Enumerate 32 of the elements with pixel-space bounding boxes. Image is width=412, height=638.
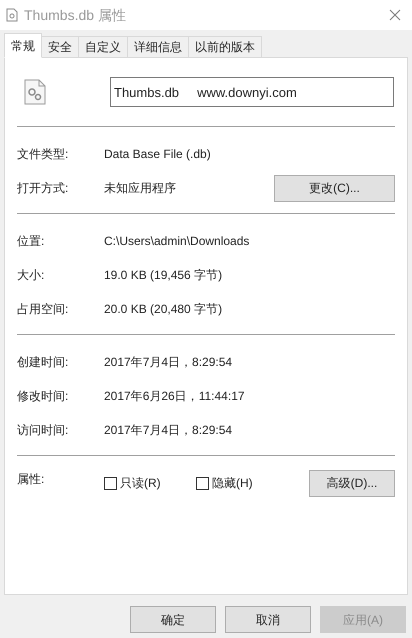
field-value: 未知应用程序 [104, 180, 176, 197]
field-value: 19.0 KB (19,456 字节) [104, 267, 222, 284]
checkbox-label: 隐藏(H) [212, 475, 253, 492]
close-icon[interactable] [389, 9, 401, 21]
field-label: 大小: [17, 267, 46, 284]
field-value: Data Base File (.db) [104, 146, 211, 163]
dialog-button[interactable]: 取消 [225, 606, 311, 633]
field-value: C:\Users\admin\Downloads [104, 233, 250, 250]
settings-file-icon [24, 79, 46, 105]
checkbox[interactable] [104, 476, 117, 490]
field-label: 打开方式: [17, 180, 70, 197]
checkbox-label: 只读(R) [120, 475, 161, 492]
field-label: 文件类型: [17, 146, 70, 163]
window-title: Thumbs.db 属性 [24, 6, 126, 24]
dialog-button[interactable]: 确定 [130, 606, 216, 633]
field-value: 2017年6月26日，11:44:17 [104, 388, 245, 405]
tab[interactable]: 以前的版本 [188, 36, 262, 57]
field-label: 属性: [17, 471, 46, 488]
field-label: 位置: [17, 233, 46, 250]
field-label: 访问时间: [17, 422, 70, 439]
field-label: 创建时间: [17, 354, 70, 371]
checkbox[interactable] [196, 476, 209, 490]
dialog-button[interactable]: 更改(C)... [274, 174, 395, 202]
field-label: 修改时间: [17, 388, 70, 405]
field-value: 2017年7月4日，8:29:54 [104, 422, 232, 439]
tab[interactable]: 常规 [4, 33, 42, 58]
name-field[interactable]: Thumbs.db www.downyi.com [110, 77, 394, 107]
field-value: 2017年7月4日，8:29:54 [104, 354, 232, 371]
file-icon [6, 8, 18, 22]
field-value: 20.0 KB (20,480 字节) [104, 301, 222, 318]
dialog-button[interactable]: 高级(D)... [309, 470, 395, 496]
field-label: 占用空间: [17, 301, 70, 318]
